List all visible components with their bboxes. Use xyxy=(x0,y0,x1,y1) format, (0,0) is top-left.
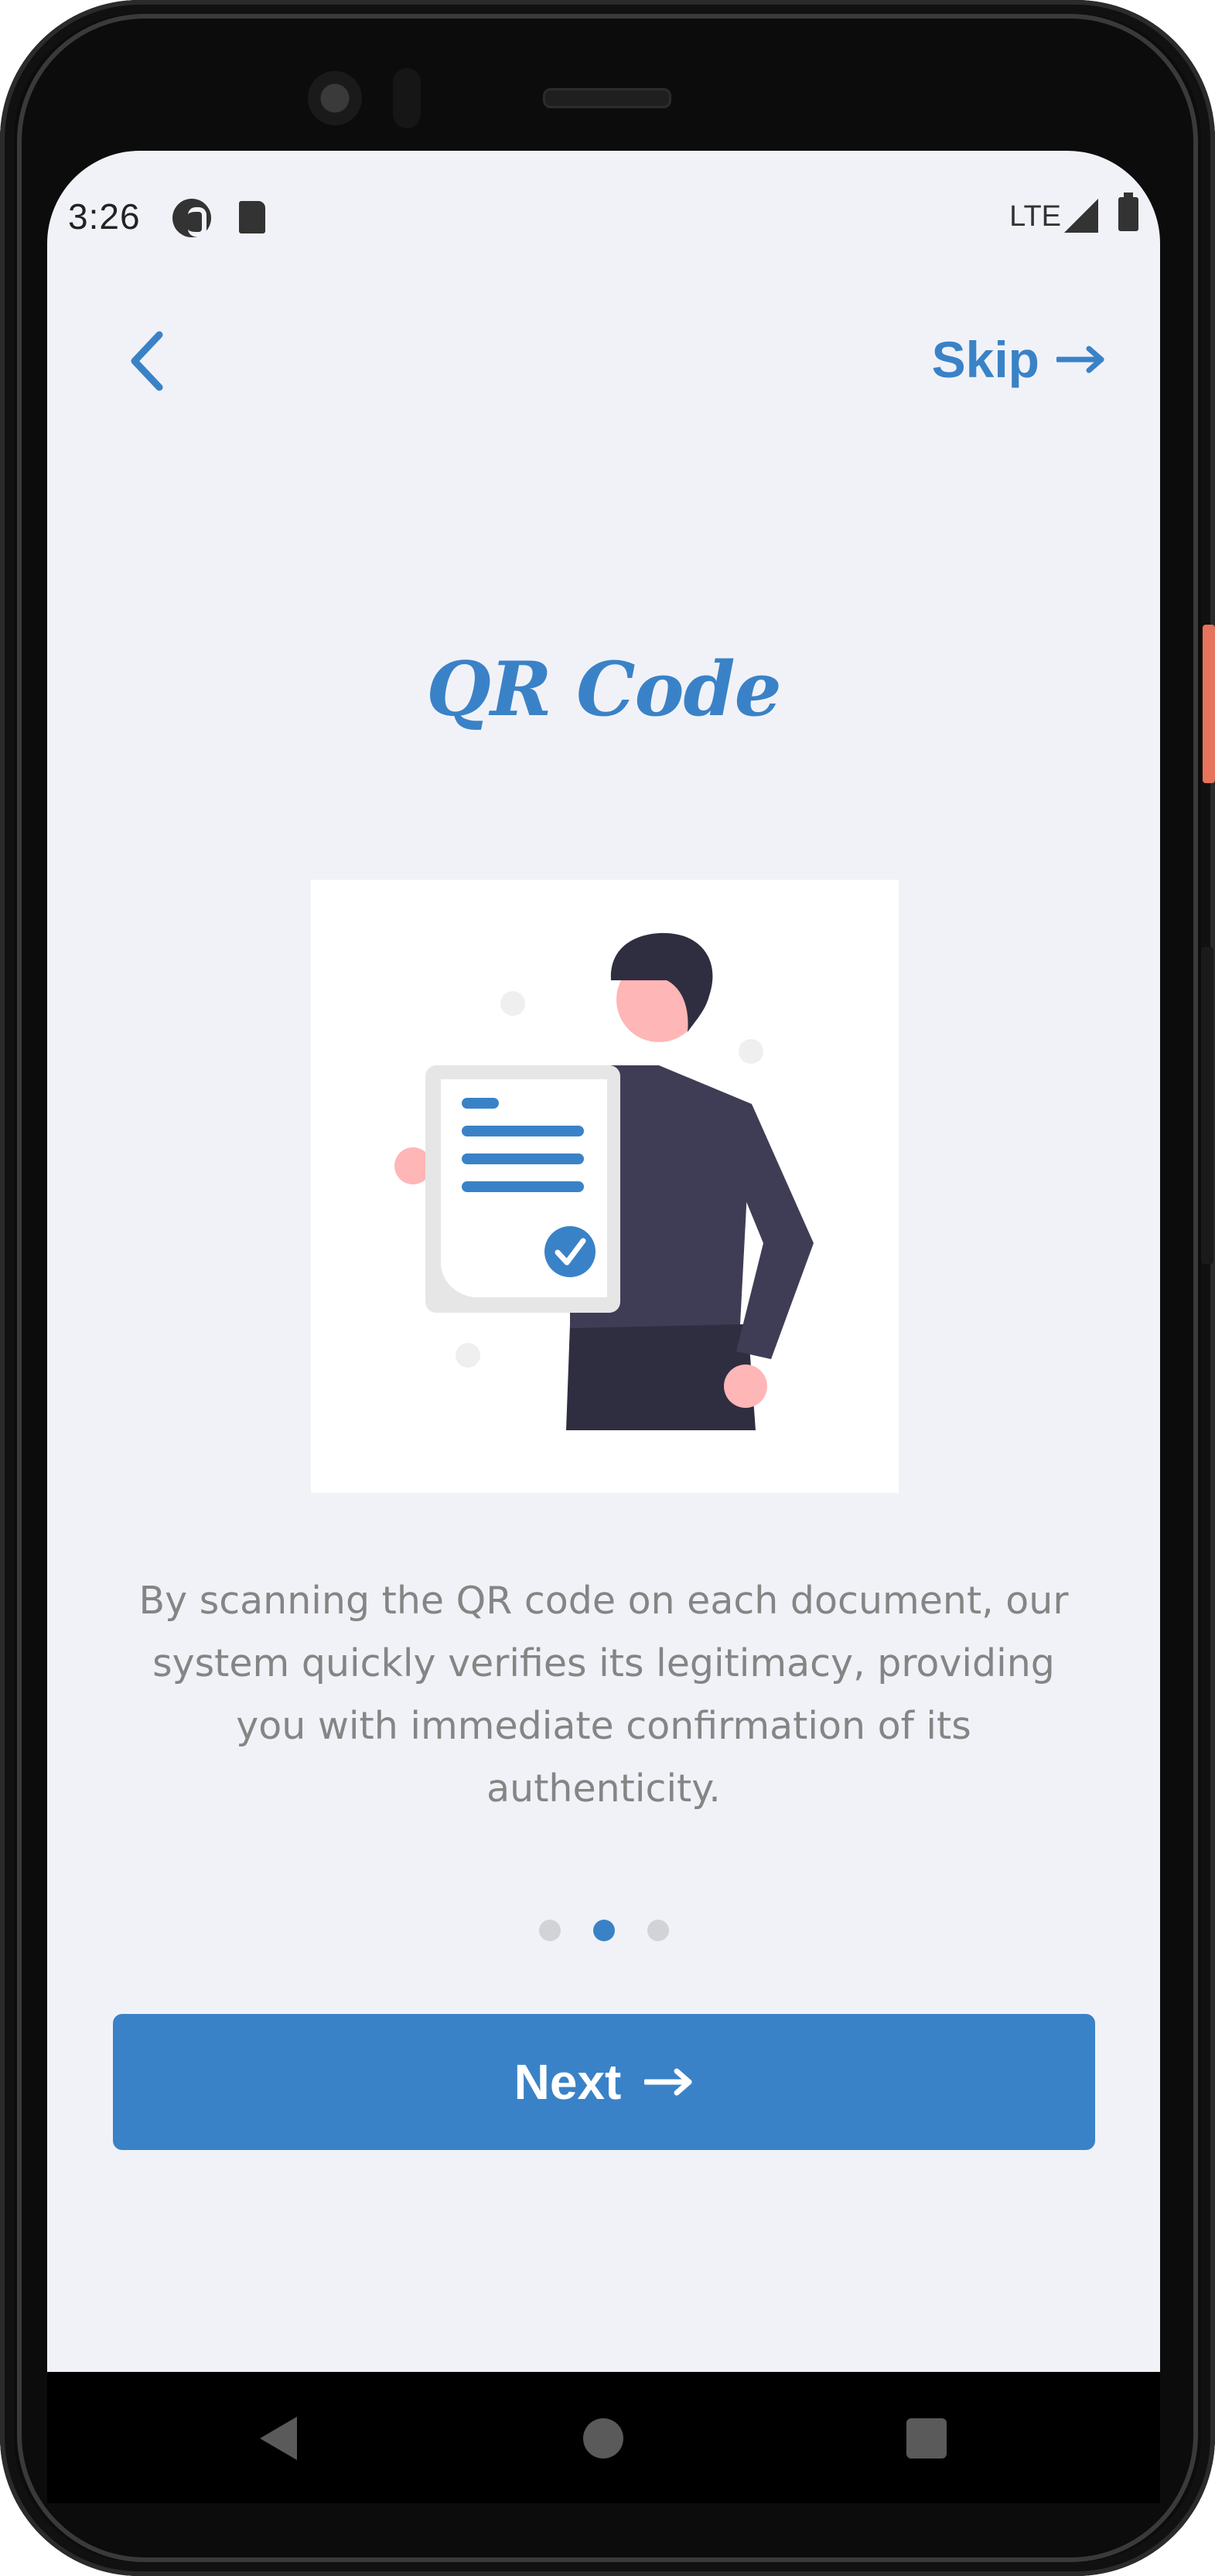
arrow-right-icon xyxy=(1056,346,1104,373)
sd-card-icon xyxy=(239,201,265,233)
person-holding-verified-document-illustration xyxy=(311,880,899,1493)
page-dot xyxy=(647,1920,669,1941)
description-text: By scanning the QR code on each document… xyxy=(138,1579,1069,1811)
earpiece-speaker xyxy=(543,88,671,108)
skip-button[interactable]: Skip xyxy=(932,329,1106,390)
next-label: Next xyxy=(514,2054,622,2110)
screen: 3:26 LTE Skip QR Code By scanning the QR… xyxy=(47,151,1160,2372)
phone-frame: 3:26 LTE Skip QR Code By scanning the QR… xyxy=(0,0,1215,2576)
network-type: LTE xyxy=(1009,200,1061,233)
recents-square-icon[interactable] xyxy=(906,2418,947,2458)
back-triangle-icon[interactable] xyxy=(260,2417,297,2460)
chevron-left-icon xyxy=(131,331,163,391)
battery-icon xyxy=(1118,193,1138,231)
power-button xyxy=(1203,625,1215,783)
status-bar: 3:26 LTE xyxy=(47,151,1160,286)
status-time: 3:26 xyxy=(68,196,141,237)
page-dot-active xyxy=(592,1920,615,1941)
back-button[interactable] xyxy=(109,322,186,400)
volume-button xyxy=(1201,947,1213,1264)
arrow-right-icon xyxy=(644,2068,692,2096)
pocket-casts-icon xyxy=(172,199,211,237)
signal-icon xyxy=(1064,199,1098,233)
page-dot xyxy=(538,1920,561,1941)
home-circle-icon[interactable] xyxy=(583,2418,623,2458)
page-indicator xyxy=(47,1920,1160,1941)
next-button[interactable]: Next xyxy=(113,2014,1095,2150)
proximity-sensor xyxy=(393,68,421,128)
page-title: QR Code xyxy=(426,646,781,733)
system-nav-bar xyxy=(47,2372,1160,2503)
front-camera xyxy=(308,71,362,125)
skip-label: Skip xyxy=(931,331,1039,388)
